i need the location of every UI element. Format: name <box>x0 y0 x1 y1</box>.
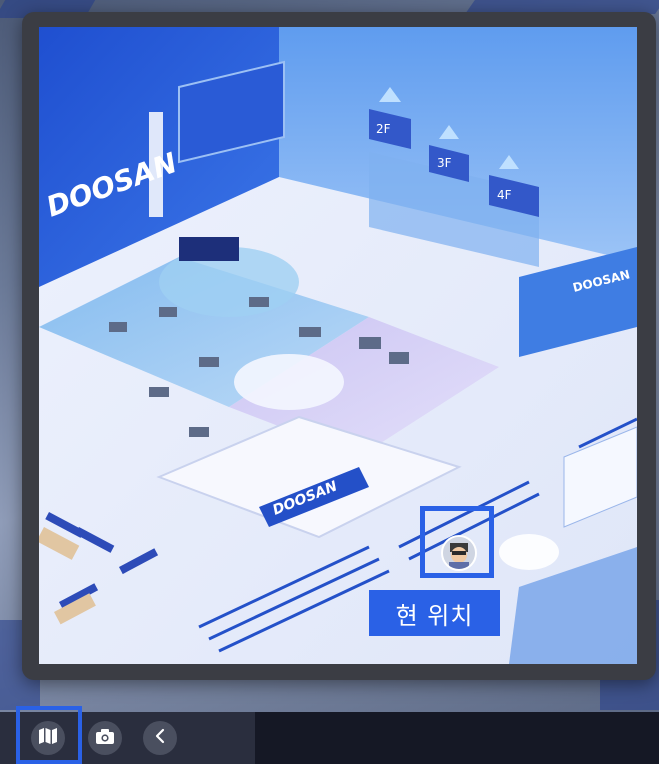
current-location-label: 현 위치 <box>369 590 500 636</box>
floor-sign-3f: 3F <box>437 156 452 170</box>
back-button[interactable] <box>143 721 177 755</box>
floor-sign-2f: 2F <box>376 122 391 136</box>
camera-icon <box>96 728 114 748</box>
camera-button[interactable] <box>88 721 122 755</box>
map-button-highlight <box>16 706 82 764</box>
floor-sign-4f: 4F <box>497 188 512 202</box>
chevron-left-icon <box>155 728 165 748</box>
avatar-icon <box>441 535 477 571</box>
floor-map[interactable]: 2F 3F 4F DOOSAN DOOSAN DOOSAN <box>39 27 637 664</box>
bottom-toolbar <box>0 712 659 764</box>
